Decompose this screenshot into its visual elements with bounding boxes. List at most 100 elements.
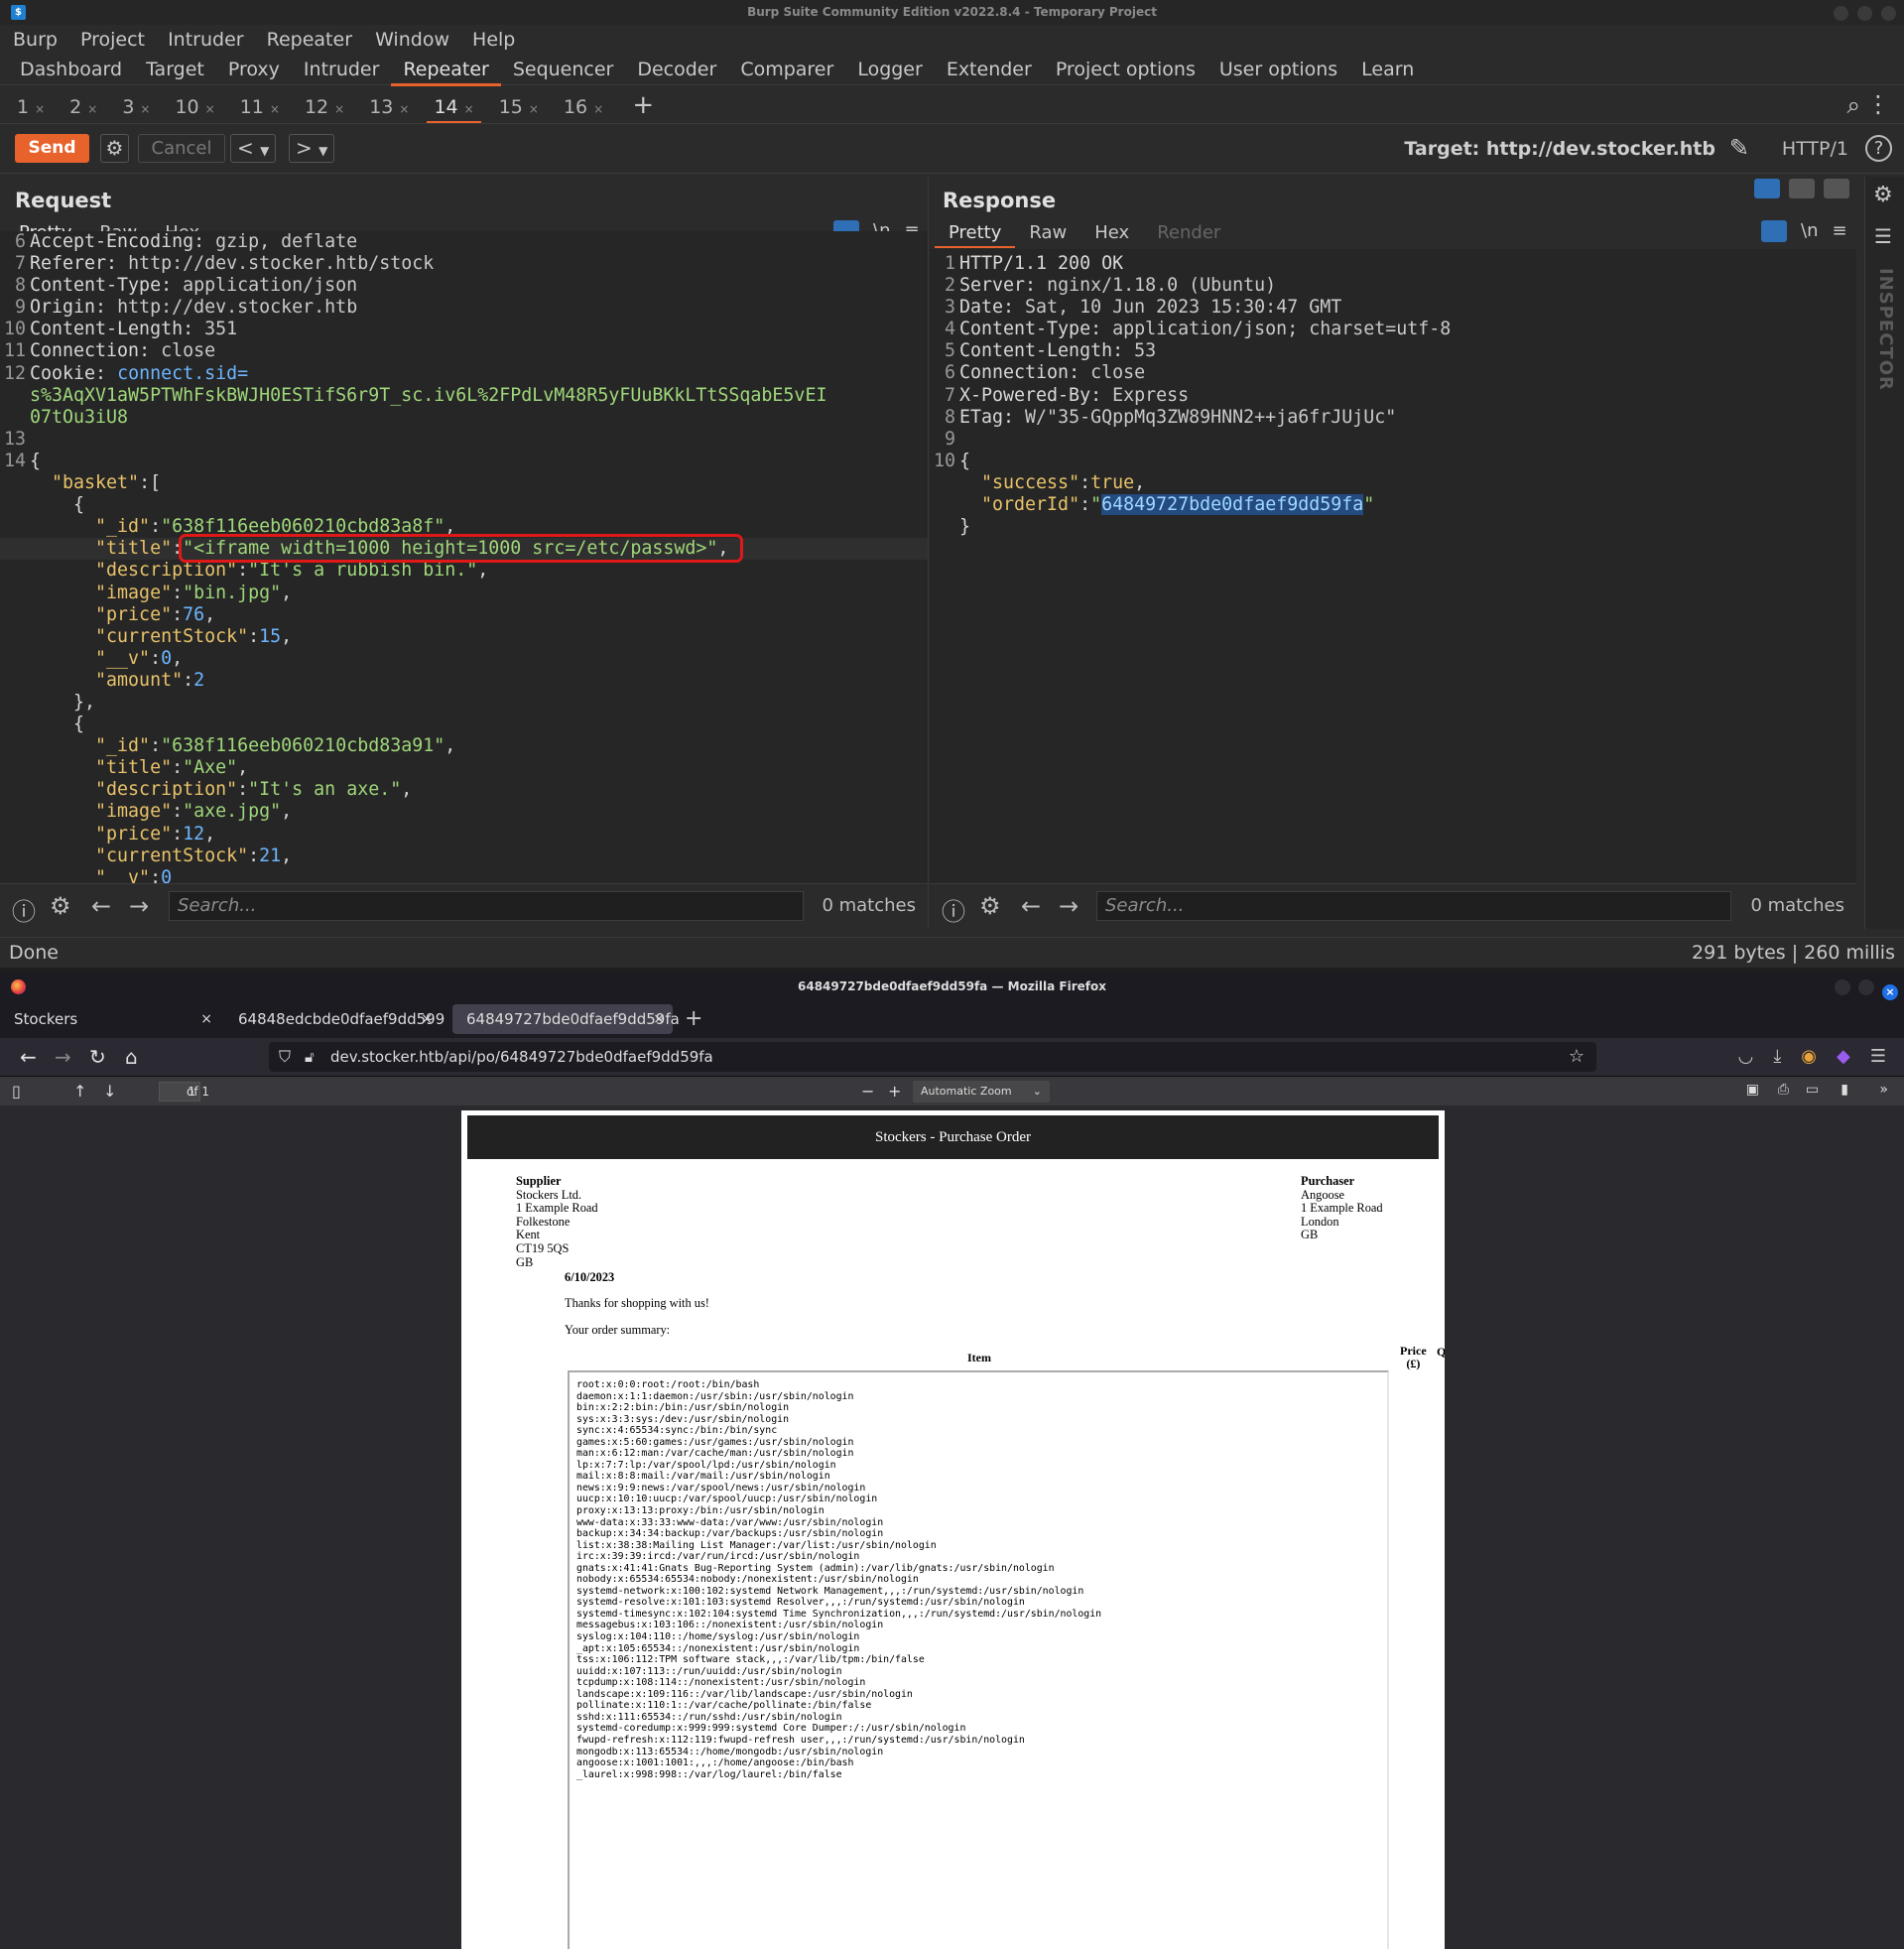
close-tab-icon[interactable]: × [593, 102, 603, 116]
forward-arrow-icon[interactable]: → [55, 1045, 71, 1069]
repeater-tab[interactable]: 15 × [488, 91, 550, 124]
tab-proxy[interactable]: Proxy [216, 55, 292, 84]
tab-target[interactable]: Target [134, 55, 216, 84]
zoom-out-icon[interactable]: − [861, 1082, 874, 1101]
response-editor[interactable]: 1 HTTP/1.1 200 OK 2 Server: nginx/1.18.0 (… [930, 249, 1856, 883]
browser-tab[interactable]: Stockers × [0, 1004, 220, 1034]
response-tab-pretty[interactable]: Pretty [935, 222, 1016, 248]
browser-tab-active[interactable]: 64849727bde0dfaef9dd59fa × [452, 1004, 680, 1034]
response-tab-hex[interactable]: Hex [1080, 222, 1143, 246]
close-tab-icon[interactable]: × [421, 1004, 433, 1034]
close-tab-icon[interactable]: × [399, 102, 409, 116]
close-tab-icon[interactable]: × [35, 102, 45, 116]
help-icon[interactable]: ⓘ [12, 892, 36, 927]
search-icon[interactable]: ⌕ [1847, 91, 1860, 119]
help-icon[interactable]: ⓘ [942, 892, 965, 927]
close-tab-icon[interactable]: × [200, 1004, 212, 1034]
close-button[interactable]: × [1882, 984, 1898, 1000]
close-tab-icon[interactable]: × [653, 1004, 665, 1034]
menu-help[interactable]: Help [472, 29, 515, 51]
request-editor[interactable]: 6 Accept-Encoding: gzip, deflate 7 Referer… [0, 231, 928, 883]
tab-decoder[interactable]: Decoder [625, 55, 728, 84]
edit-target-pencil-icon[interactable]: ✎ [1729, 134, 1749, 162]
menu-lines-icon[interactable]: ≡ [1832, 220, 1846, 241]
presentation-mode-icon[interactable]: ▣ [1746, 1082, 1759, 1098]
arrow-right-icon[interactable]: → [1059, 892, 1079, 920]
menu-repeater[interactable]: Repeater [267, 29, 352, 51]
repeater-tab[interactable]: 12 × [294, 91, 355, 124]
url-bar[interactable]: ⛉ 🔓︎ dev.stocker.htb/api/po/64849727bde0… [269, 1042, 1596, 1072]
more-options-icon[interactable]: ⋮ [1866, 90, 1890, 118]
repeater-tab[interactable]: 1 × [6, 91, 56, 124]
zoom-select[interactable]: Automatic Zoom ⌄ [913, 1081, 1050, 1103]
menu-window[interactable]: Window [375, 29, 449, 51]
cancel-button[interactable]: Cancel [138, 134, 225, 163]
repeater-tab[interactable]: 2 × [59, 91, 108, 124]
hamburger-menu-icon[interactable]: ☰ [1870, 1046, 1886, 1067]
layout-side-by-side-icon[interactable] [1754, 179, 1780, 198]
tracking-shield-icon[interactable]: ⛉ [279, 1042, 291, 1072]
maximize-button[interactable] [1858, 979, 1874, 995]
settings-gear-icon[interactable]: ⚙ [979, 892, 1001, 920]
close-tab-icon[interactable]: × [529, 102, 539, 116]
settings-gear-icon[interactable]: ⚙ [50, 892, 71, 920]
repeater-tab[interactable]: 16 × [553, 91, 614, 124]
lock-icon[interactable]: 🔓︎ [305, 1042, 315, 1072]
home-icon[interactable]: ⌂ [125, 1045, 138, 1069]
response-tab-render[interactable]: Render [1143, 222, 1234, 246]
close-tab-icon[interactable]: × [334, 102, 344, 116]
burp-extension-icon[interactable]: ◉ [1801, 1046, 1817, 1067]
layout-tabs-icon[interactable] [1824, 179, 1849, 198]
tab-dashboard[interactable]: Dashboard [8, 55, 134, 84]
response-search-input[interactable]: Search... [1096, 891, 1731, 921]
tab-sequencer[interactable]: Sequencer [501, 55, 626, 84]
history-forward-button[interactable]: > ▼ [289, 134, 335, 163]
tab-learn[interactable]: Learn [1349, 55, 1426, 84]
order-id-selected[interactable]: 64849727bde0dfaef9dd59fa [1101, 494, 1364, 516]
repeater-tab[interactable]: 10 × [164, 91, 225, 124]
repeater-tab[interactable]: 3 × [111, 91, 161, 124]
tab-project-options[interactable]: Project options [1044, 55, 1207, 84]
settings-gear-icon[interactable]: ⚙ [100, 134, 129, 163]
tab-intruder[interactable]: Intruder [292, 55, 392, 84]
history-back-button[interactable]: < ▼ [230, 134, 277, 163]
tab-repeater[interactable]: Repeater [391, 55, 502, 86]
arrow-right-icon[interactable]: → [129, 892, 149, 920]
zoom-in-icon[interactable]: + [888, 1082, 901, 1101]
filter-lines-icon[interactable]: ☰ [1874, 224, 1892, 248]
next-page-icon[interactable]: ↓ [103, 1082, 116, 1101]
save-icon[interactable]: ▭ [1806, 1082, 1819, 1098]
add-tab-icon[interactable]: + [632, 89, 654, 121]
close-tab-icon[interactable]: × [87, 102, 97, 116]
show-newlines-toggle[interactable]: \n [1801, 220, 1818, 241]
close-tab-icon[interactable]: × [464, 102, 474, 116]
tab-extender[interactable]: Extender [935, 55, 1044, 84]
http-version-toggle[interactable]: HTTP/1 [1782, 138, 1848, 160]
maximize-button[interactable] [1857, 6, 1872, 21]
pocket-icon[interactable]: ◡ [1738, 1046, 1754, 1067]
tab-user-options[interactable]: User options [1207, 55, 1349, 84]
menu-burp[interactable]: Burp [13, 29, 58, 51]
menu-project[interactable]: Project [80, 29, 145, 51]
inspector-tab[interactable]: INSPECTOR [1875, 268, 1896, 391]
layout-top-bottom-icon[interactable] [1789, 179, 1815, 198]
sidebar-toggle-icon[interactable]: ▯ [12, 1082, 21, 1101]
download-icon[interactable]: ⤓ [1773, 1046, 1781, 1067]
bookmark-star-icon[interactable]: ☆ [1569, 1042, 1585, 1072]
browser-tab[interactable]: 64848edcbde0dfaef9dd599 × [224, 1004, 444, 1034]
close-tab-icon[interactable]: × [205, 102, 215, 116]
response-tab-raw[interactable]: Raw [1015, 222, 1080, 246]
close-tab-icon[interactable]: × [270, 102, 280, 116]
repeater-tab-active[interactable]: 14 × [423, 91, 484, 124]
repeater-tab[interactable]: 13 × [358, 91, 420, 124]
tab-logger[interactable]: Logger [845, 55, 935, 84]
previous-page-icon[interactable]: ↑ [73, 1082, 86, 1101]
request-search-input[interactable]: Search... [169, 891, 804, 921]
new-tab-icon[interactable]: + [685, 1004, 702, 1034]
minimize-button[interactable] [1834, 6, 1848, 21]
back-arrow-icon[interactable]: ← [20, 1045, 37, 1069]
close-tab-icon[interactable]: × [140, 102, 150, 116]
settings-gear-icon[interactable]: ⚙ [1873, 183, 1893, 207]
repeater-tab[interactable]: 11 × [229, 91, 291, 124]
arrow-left-icon[interactable]: ← [1021, 892, 1041, 920]
